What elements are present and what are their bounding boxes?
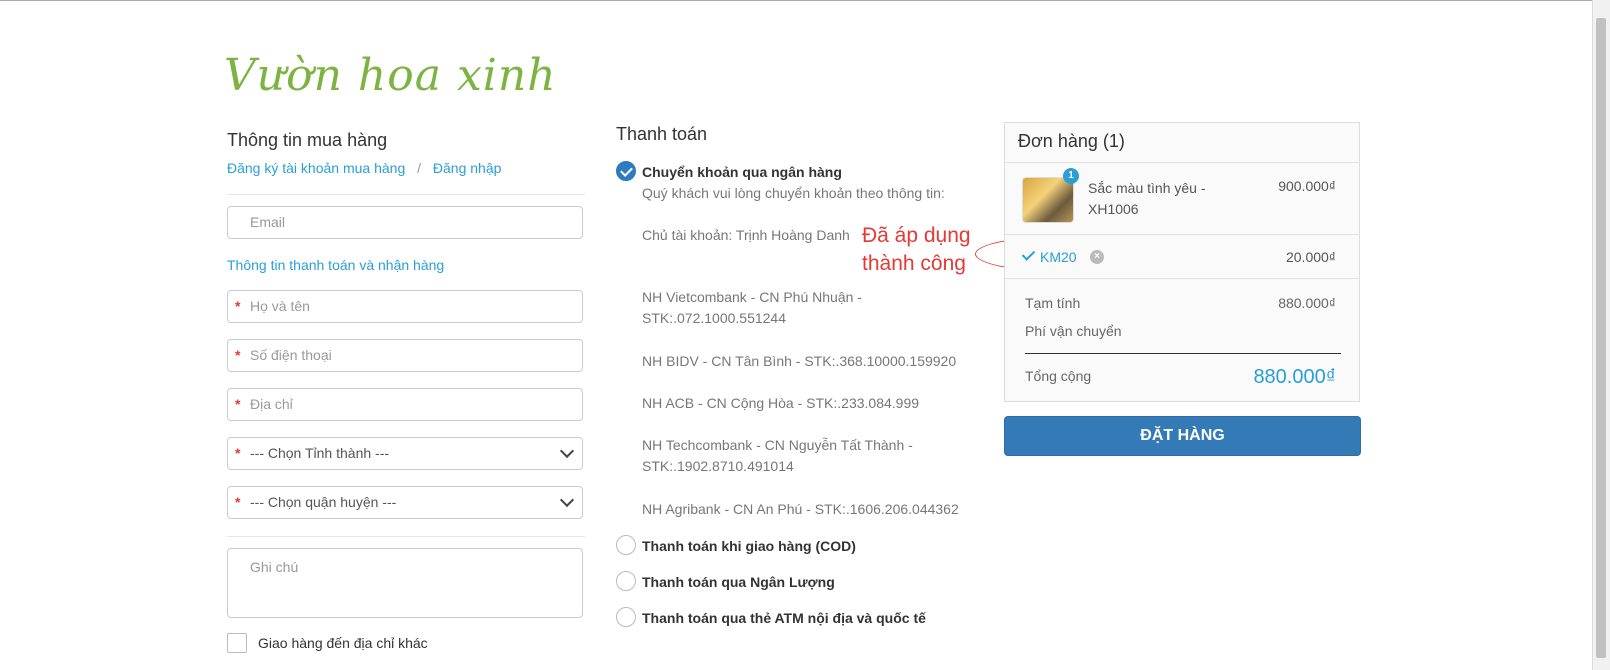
shipping-label: Phí vận chuyển — [1025, 323, 1122, 339]
phone-placeholder: Số điện thoại — [250, 347, 332, 363]
divider — [1025, 353, 1341, 354]
email-field[interactable]: Email — [227, 206, 583, 239]
required-icon: * — [235, 298, 241, 314]
note-textarea[interactable]: Ghi chú — [227, 548, 583, 618]
buyer-info-title: Thông tin mua hàng — [227, 130, 388, 150]
coupon-code: KM20 — [1040, 249, 1077, 265]
bank-info: NH Techcombank - CN Nguyễn Tất Thành - S… — [642, 437, 913, 474]
name-field[interactable]: * Họ và tên — [227, 290, 583, 323]
account-links: Đăng ký tài khoản mua hàng / Đăng nhập — [227, 160, 501, 176]
phone-field[interactable]: * Số điện thoại — [227, 339, 583, 372]
payment-method-bank-transfer[interactable]: Chuyển khoản qua ngân hàng — [642, 164, 842, 180]
payment-title: Thanh toán — [616, 124, 708, 144]
x-icon[interactable]: × — [1090, 250, 1104, 264]
divider — [227, 536, 585, 537]
payment-method-nganluong[interactable]: Thanh toán qua Ngân Lượng — [642, 574, 835, 590]
annotation-line-1: Đã áp dụng — [862, 224, 971, 247]
other-address-checkbox[interactable] — [227, 633, 247, 653]
product-name: Sắc màu tình yêu - XH1006 — [1088, 180, 1206, 217]
district-select[interactable]: * --- Chọn quận huyện --- — [227, 486, 583, 519]
chevron-down-icon — [559, 492, 575, 508]
chevron-down-icon — [559, 443, 575, 459]
address-field[interactable]: * Địa chỉ — [227, 388, 583, 421]
register-link[interactable]: Đăng ký tài khoản mua hàng — [227, 160, 405, 176]
subtotal-label: Tạm tính — [1025, 295, 1081, 311]
other-address-label[interactable]: Giao hàng đến địa chỉ khác — [258, 635, 428, 651]
divider — [227, 194, 585, 195]
applied-annotation: Đã áp dụng thành công — [862, 222, 971, 278]
divider — [1005, 278, 1359, 279]
required-icon: * — [235, 494, 241, 510]
billing-info-link[interactable]: Thông tin thanh toán và nhận hàng — [227, 257, 444, 273]
province-select[interactable]: * --- Chọn Tỉnh thành --- — [227, 437, 583, 470]
payment-method-atm[interactable]: Thanh toán qua thẻ ATM nội địa và quốc t… — [642, 610, 926, 626]
address-placeholder: Địa chỉ — [250, 396, 293, 412]
payment-instructions: Quý khách vui lòng chuyển khoản theo thô… — [642, 185, 945, 201]
radio-nganluong[interactable] — [616, 571, 636, 591]
order-title: Đơn hàng (1) — [1018, 131, 1125, 151]
bank-info: NH Agribank - CN An Phú - STK:.1606.206.… — [642, 501, 959, 517]
email-placeholder: Email — [250, 214, 286, 230]
top-border — [0, 0, 1610, 1]
required-icon: * — [235, 445, 241, 461]
radio-bank-transfer[interactable] — [616, 161, 636, 181]
name-placeholder: Họ và tên — [250, 298, 310, 314]
bank-info: NH BIDV - CN Tân Bình - STK:.368.10000.1… — [642, 353, 957, 369]
required-icon: * — [235, 347, 241, 363]
total-label: Tổng cộng — [1025, 368, 1092, 384]
note-placeholder: Ghi chú — [250, 559, 299, 575]
quantity-badge: 1 — [1063, 168, 1079, 184]
scrollbar-thumb[interactable] — [1596, 18, 1606, 658]
subtotal-value: 880.000₫ — [1278, 295, 1336, 311]
divider — [1005, 234, 1359, 235]
annotation-line-2: thành công — [862, 252, 966, 275]
bank-info: NH Vietcombank - CN Phú Nhuận - STK:.072… — [642, 289, 862, 326]
radio-atm[interactable] — [616, 607, 636, 627]
logo[interactable]: Vườn hoa xinh — [224, 50, 557, 101]
bank-info: NH ACB - CN Cộng Hòa - STK:.233.084.999 — [642, 395, 920, 411]
district-select-value: --- Chọn quận huyện --- — [250, 494, 397, 510]
total-value: 880.000₫ — [1253, 366, 1336, 388]
product-price: 900.000₫ — [1278, 178, 1336, 194]
link-separator: / — [417, 160, 422, 176]
product-thumbnail — [1022, 177, 1074, 223]
required-icon: * — [235, 396, 241, 412]
login-link[interactable]: Đăng nhập — [433, 160, 502, 176]
coupon-tag: KM20 — [1021, 247, 1077, 265]
radio-cod[interactable] — [616, 535, 636, 555]
payment-method-cod[interactable]: Thanh toán khi giao hàng (COD) — [642, 538, 856, 554]
place-order-button[interactable]: ĐẶT HÀNG — [1004, 416, 1361, 456]
coupon-discount: 20.000₫ — [1285, 249, 1336, 265]
province-select-value: --- Chọn Tỉnh thành --- — [250, 445, 390, 461]
divider — [1005, 162, 1359, 163]
scrollbar[interactable] — [1592, 0, 1610, 670]
